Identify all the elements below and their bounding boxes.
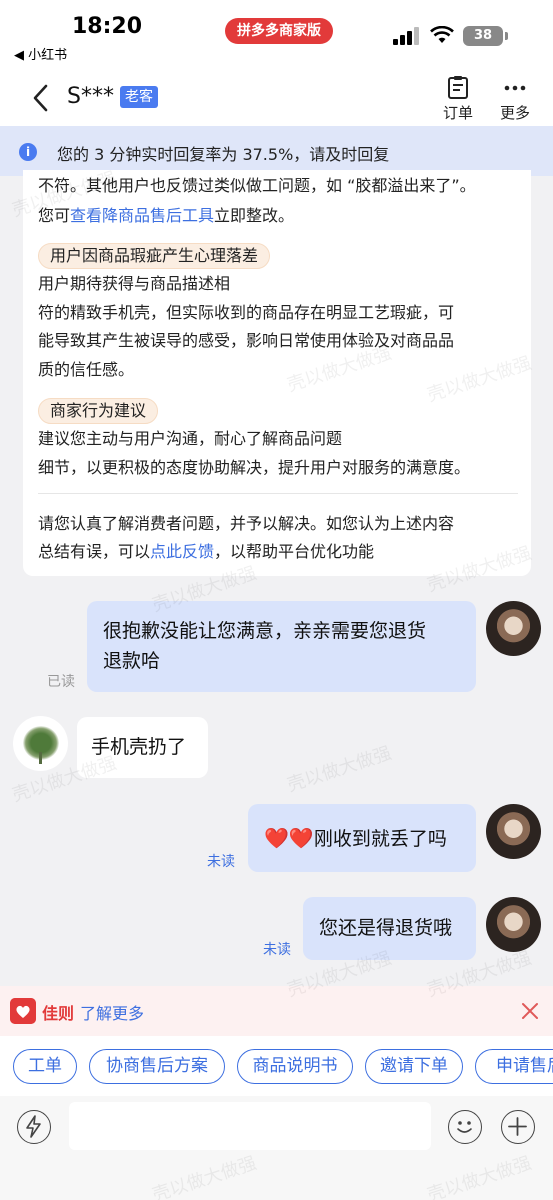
quick-action-work-order[interactable]: 工单 (13, 1049, 77, 1084)
heart-emoji: ❤️❤️ (264, 826, 314, 850)
status-bar: 18:20 ◀ 小红书 拼多多商家版 38 (0, 0, 553, 70)
wifi-icon (430, 26, 454, 43)
card-intro-suffix: 立即整改。 (214, 206, 295, 225)
signal-icon (393, 27, 423, 45)
more-button[interactable]: 更多 (493, 76, 537, 123)
quick-action-row: 工单 协商售后方案 商品说明书 邀请下单 申请售后 (0, 1036, 553, 1096)
section-chip-suggestion: 商家行为建议 (38, 398, 159, 424)
platform-tip-bar: 佳则 了解更多 (0, 986, 553, 1036)
quick-action-apply-aftersales[interactable]: 申请售后 (475, 1049, 553, 1084)
reply-rate-notice: i 您的 3 分钟实时回复率为 37.5%，请及时回复 (0, 126, 553, 176)
card-footer-line: 请您认真了解消费者问题，并予以解决。如您认为上述内容 (38, 514, 455, 533)
brand-logo-icon (10, 998, 36, 1024)
quick-action-negotiate[interactable]: 协商售后方案 (89, 1049, 225, 1084)
message-line: 很抱歉没能让您满意，亲亲需要您退货 (103, 620, 427, 642)
battery-indicator: 38 (463, 26, 503, 46)
lightning-icon (26, 1115, 41, 1138)
add-attachment-button[interactable] (501, 1110, 535, 1144)
status-time: 18:20 (72, 14, 143, 39)
quick-action-invite-order[interactable]: 邀请下单 (365, 1049, 463, 1084)
seller-message-bubble[interactable]: 您还是得退货哦 (303, 897, 476, 960)
back-arrow-icon[interactable] (28, 82, 54, 114)
app-name-pill: 拼多多商家版 (225, 18, 333, 44)
chat-contact-name: S*** (67, 84, 114, 109)
chat-header: S*** 老客 订单 更多 (0, 70, 553, 126)
seller-avatar[interactable] (486, 897, 541, 952)
section1-line: 符的精致手机壳，但实际收到的商品存在明显工艺瑕疵，可 (38, 303, 455, 322)
notice-text: 您的 3 分钟实时回复率为 37.5%，请及时回复 (57, 145, 390, 164)
card-intro-line: 不符。其他用户也反馈过类似做工问题，如 “胶都溢出来了”。 (38, 176, 476, 195)
message-line: 退款哈 (103, 650, 161, 672)
seller-message-bubble[interactable]: ❤️❤️刚收到就丢了吗 (248, 804, 476, 872)
order-icon (448, 76, 468, 99)
seller-avatar[interactable] (486, 601, 541, 656)
footer-suffix: ，以帮助平台优化功能 (214, 542, 375, 561)
tip-brand-label: 佳则 (42, 1004, 75, 1023)
buyer-avatar[interactable] (13, 716, 68, 771)
card-intro-action: 您可查看降商品售后工具立即整改。 (38, 202, 294, 230)
buyer-message-bubble[interactable]: 手机壳扔了 (77, 717, 208, 778)
battery-nub (505, 32, 508, 40)
card-intro-prefix: 您可 (38, 206, 71, 225)
more-label: 更多 (499, 104, 530, 122)
emoji-button[interactable] (448, 1110, 482, 1144)
returning-customer-badge: 老客 (120, 86, 158, 108)
card-divider (38, 493, 518, 494)
back-to-app-link[interactable]: ◀ 小红书 (14, 44, 67, 63)
emoji-icon (457, 1121, 472, 1133)
footer-prefix: 总结有误，可以 (38, 542, 151, 561)
learn-more-link[interactable]: 了解更多 (80, 1000, 144, 1024)
message-input-bar (0, 1096, 553, 1200)
tree-trunk (39, 752, 42, 764)
read-status: 已读 (47, 674, 75, 690)
seller-message-bubble[interactable]: 很抱歉没能让您满意，亲亲需要您退货 退款哈 (87, 601, 476, 692)
unread-status: 未读 (207, 854, 235, 870)
aftersales-tool-link[interactable]: 查看降商品售后工具 (70, 206, 214, 225)
unread-status: 未读 (263, 942, 291, 958)
order-button[interactable]: 订单 (436, 76, 480, 123)
close-icon[interactable] (518, 999, 542, 1023)
quick-action-manual[interactable]: 商品说明书 (237, 1049, 353, 1084)
message-text: 刚收到就丢了吗 (313, 828, 447, 850)
section2-line: 建议您主动与用户沟通，耐心了解商品问题 (38, 429, 343, 448)
quick-reply-button[interactable] (17, 1110, 51, 1144)
seller-avatar[interactable] (486, 804, 541, 859)
plus-icon (508, 1117, 527, 1136)
section2-line: 细节，以更积极的态度协助解决，提升用户对服务的满意度。 (38, 458, 471, 477)
more-dots-icon (504, 85, 526, 91)
section1-line: 能导致其产生被误导的感受，影响日常使用体验及对商品品 (38, 331, 455, 350)
watermark: 壳以做大做强 (284, 742, 395, 797)
section1-line: 质的信任感。 (38, 360, 135, 379)
section-chip-psychology: 用户因商品瑕疵产生心理落差 (38, 243, 271, 269)
message-input-field[interactable] (69, 1102, 431, 1150)
issue-summary-card: 不符。其他用户也反馈过类似做工问题，如 “胶都溢出来了”。 您可查看降商品售后工… (23, 170, 531, 576)
section1-line: 用户期待获得与商品描述相 (38, 274, 231, 293)
feedback-link[interactable]: 点此反馈 (150, 542, 214, 561)
card-footer-feedback: 总结有误，可以点此反馈，以帮助平台优化功能 (38, 538, 374, 566)
info-icon: i (19, 143, 37, 161)
order-label: 订单 (442, 104, 473, 122)
